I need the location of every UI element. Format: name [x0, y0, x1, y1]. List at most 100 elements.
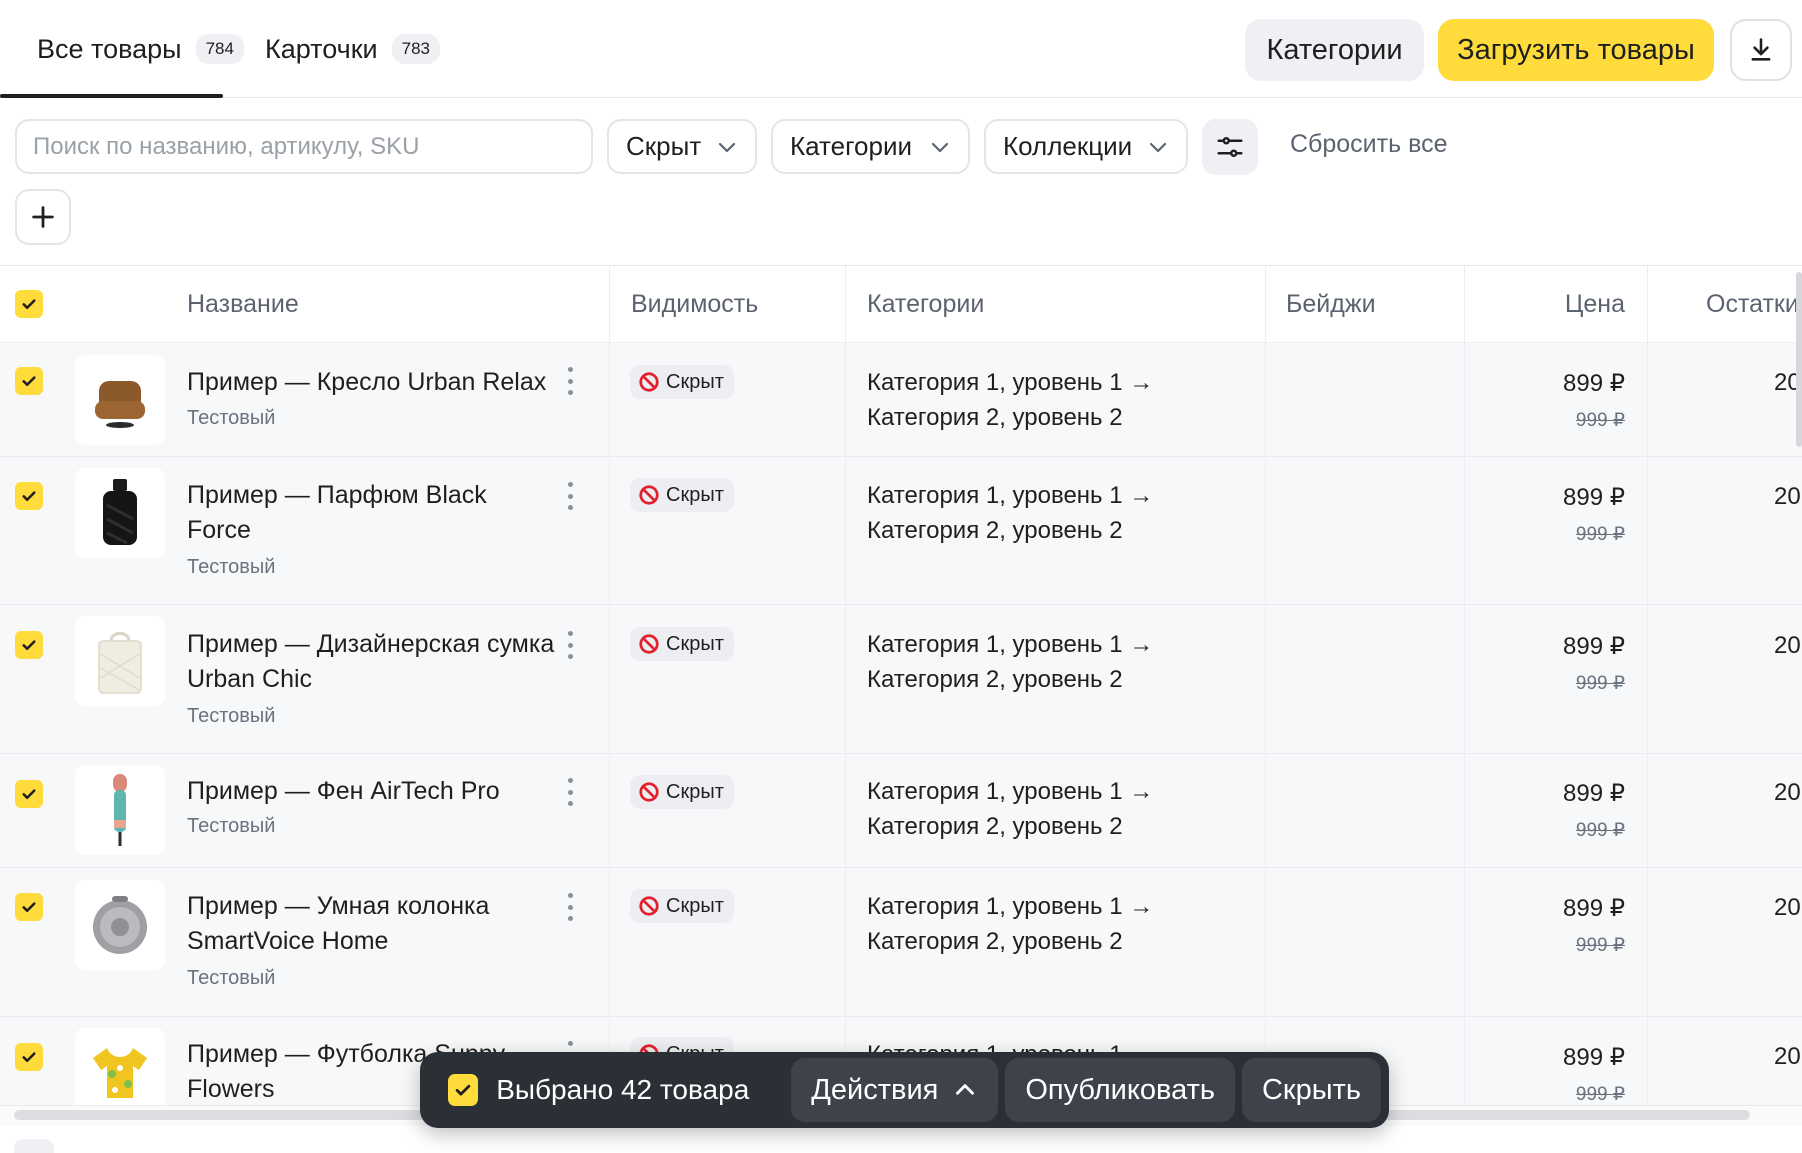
product-name[interactable]: Пример — Парфюм Black Force — [187, 478, 557, 548]
table-row[interactable]: Пример — Умная колонка SmartVoice Home Т… — [0, 868, 1802, 1017]
row-checkbox[interactable] — [15, 780, 43, 808]
product-price: 899 ₽ — [1563, 895, 1625, 922]
product-categories: Категория 1, уровень 1 → Категория 2, ур… — [867, 627, 1153, 697]
add-filter-button[interactable] — [15, 189, 71, 245]
collections-filter-label: Коллекции — [1003, 131, 1133, 161]
check-icon — [22, 299, 36, 310]
product-thumbnail[interactable] — [75, 880, 165, 970]
column-divider — [609, 265, 610, 1105]
product-stock: 20 — [1774, 779, 1801, 806]
row-menu-button[interactable] — [562, 889, 578, 925]
product-price: 899 ₽ — [1563, 780, 1625, 807]
row-menu-button[interactable] — [562, 363, 578, 399]
product-name[interactable]: Пример — Умная колонка SmartVoice Home — [187, 889, 557, 959]
row-checkbox[interactable] — [15, 631, 43, 659]
row-menu-button[interactable] — [562, 627, 578, 663]
actions-button[interactable]: Действия — [791, 1058, 999, 1122]
product-name[interactable]: Пример — Фен AirTech Pro — [187, 774, 557, 809]
category-level-1: Категория 1, уровень 1 → — [867, 369, 1154, 396]
vertical-scrollbar-thumb[interactable] — [1796, 272, 1802, 447]
visibility-filter-label: Скрыт — [626, 131, 702, 161]
visibility-filter-dropdown[interactable]: Скрыт — [607, 119, 757, 174]
product-categories: Категория 1, уровень 1 → Категория 2, ур… — [867, 478, 1153, 548]
product-thumbnail[interactable] — [75, 468, 165, 558]
table-row[interactable]: Пример — Кресло Urban Relax Тестовый Скр… — [0, 343, 1802, 457]
product-price: 899 ₽ — [1563, 370, 1625, 397]
search-input[interactable]: Поиск по названию, артикулу, SKU — [15, 119, 593, 174]
categories-filter-dropdown[interactable]: Категории — [771, 119, 970, 174]
visibility-badge: Скрыт — [630, 775, 734, 809]
smart-speaker-image — [93, 896, 147, 954]
check-icon — [22, 376, 36, 387]
chevron-up-icon — [956, 1084, 975, 1095]
table-row[interactable]: Пример — Фен AirTech Pro Тестовый Скрыт … — [0, 754, 1802, 868]
download-button[interactable] — [1730, 19, 1792, 81]
top-bar: Все товары 784 Карточки 783 Категории За… — [0, 0, 1802, 98]
row-checkbox[interactable] — [15, 893, 43, 921]
product-old-price: 999 ₽ — [1575, 820, 1625, 841]
tab-cards[interactable]: Карточки 783 — [265, 0, 440, 98]
active-tab-indicator — [0, 94, 223, 98]
tshirt-image — [93, 1048, 147, 1098]
tab-all-products[interactable]: Все товары 784 — [37, 0, 244, 98]
product-subtitle: Тестовый — [187, 556, 276, 578]
selected-count-label: Выбрано 42 товара — [496, 1074, 750, 1105]
row-menu-button[interactable] — [562, 774, 578, 810]
filter-settings-button[interactable] — [1202, 119, 1258, 175]
row-menu-button[interactable] — [562, 478, 578, 514]
visibility-label: Скрыт — [666, 780, 724, 803]
product-name[interactable]: Пример — Кресло Urban Relax — [187, 365, 557, 400]
check-icon — [22, 902, 36, 913]
product-thumbnail[interactable] — [75, 1028, 165, 1105]
chevron-down-icon — [931, 142, 949, 152]
column-header-categories[interactable]: Категории — [867, 290, 984, 319]
categories-button[interactable]: Категории — [1245, 19, 1424, 81]
category-level-1: Категория 1, уровень 1 → — [867, 893, 1154, 920]
category-level-2: Категория 2, уровень 2 — [867, 404, 1123, 431]
perfume-image — [103, 479, 137, 545]
product-name[interactable]: Пример — Дизайнерская сумка Urban Chic — [187, 627, 557, 697]
table-row[interactable]: Пример — Дизайнерская сумка Urban Chic Т… — [0, 605, 1802, 754]
collections-filter-dropdown[interactable]: Коллекции — [984, 119, 1188, 174]
product-price: 899 ₽ — [1563, 1044, 1625, 1071]
product-thumbnail[interactable] — [75, 765, 165, 855]
upload-products-button[interactable]: Загрузить товары — [1438, 19, 1714, 81]
category-level-2: Категория 2, уровень 2 — [867, 666, 1123, 693]
hidden-icon — [639, 634, 659, 654]
hide-button[interactable]: Скрыть — [1241, 1058, 1381, 1122]
product-old-price: 999 ₽ — [1575, 410, 1625, 431]
column-header-visibility[interactable]: Видимость — [631, 290, 758, 319]
row-checkbox[interactable] — [15, 1043, 43, 1071]
category-level-1: Категория 1, уровень 1 → — [867, 631, 1154, 658]
reset-all-button[interactable]: Сбросить все — [1290, 130, 1447, 159]
category-level-2: Категория 2, уровень 2 — [867, 517, 1123, 544]
product-categories: Категория 1, уровень 1 → Категория 2, ур… — [867, 774, 1153, 844]
column-header-price[interactable]: Цена — [1565, 290, 1625, 319]
armchair-image — [95, 381, 145, 428]
product-old-price: 999 ₽ — [1575, 935, 1625, 956]
product-price: 899 ₽ — [1563, 633, 1625, 660]
column-divider — [845, 265, 846, 1105]
select-all-checkbox[interactable] — [15, 290, 43, 318]
column-header-badges[interactable]: Бейджи — [1286, 290, 1376, 319]
publish-button[interactable]: Опубликовать — [1005, 1058, 1235, 1122]
table-row[interactable]: Пример — Парфюм Black Force Тестовый Скр… — [0, 457, 1802, 605]
hidden-icon — [639, 782, 659, 802]
plus-icon — [32, 206, 54, 228]
check-icon — [22, 1052, 36, 1063]
visibility-badge: Скрыт — [630, 478, 734, 512]
product-old-price: 999 ₽ — [1575, 1084, 1625, 1105]
product-old-price: 999 ₽ — [1575, 524, 1625, 545]
product-thumbnail[interactable] — [75, 355, 165, 445]
column-header-name[interactable]: Название — [187, 290, 299, 319]
product-thumbnail[interactable] — [75, 616, 165, 706]
row-checkbox[interactable] — [15, 482, 43, 510]
product-categories: Категория 1, уровень 1 → Категория 2, ур… — [867, 365, 1153, 435]
product-categories: Категория 1, уровень 1 → Категория 2, ур… — [867, 889, 1153, 959]
row-checkbox[interactable] — [15, 367, 43, 395]
product-price: 899 ₽ — [1563, 484, 1625, 511]
product-stock: 20 — [1774, 632, 1801, 659]
column-header-stock[interactable]: Остатки — [1706, 290, 1799, 319]
category-level-2: Категория 2, уровень 2 — [867, 928, 1123, 955]
bulk-select-checkbox[interactable] — [448, 1074, 479, 1106]
